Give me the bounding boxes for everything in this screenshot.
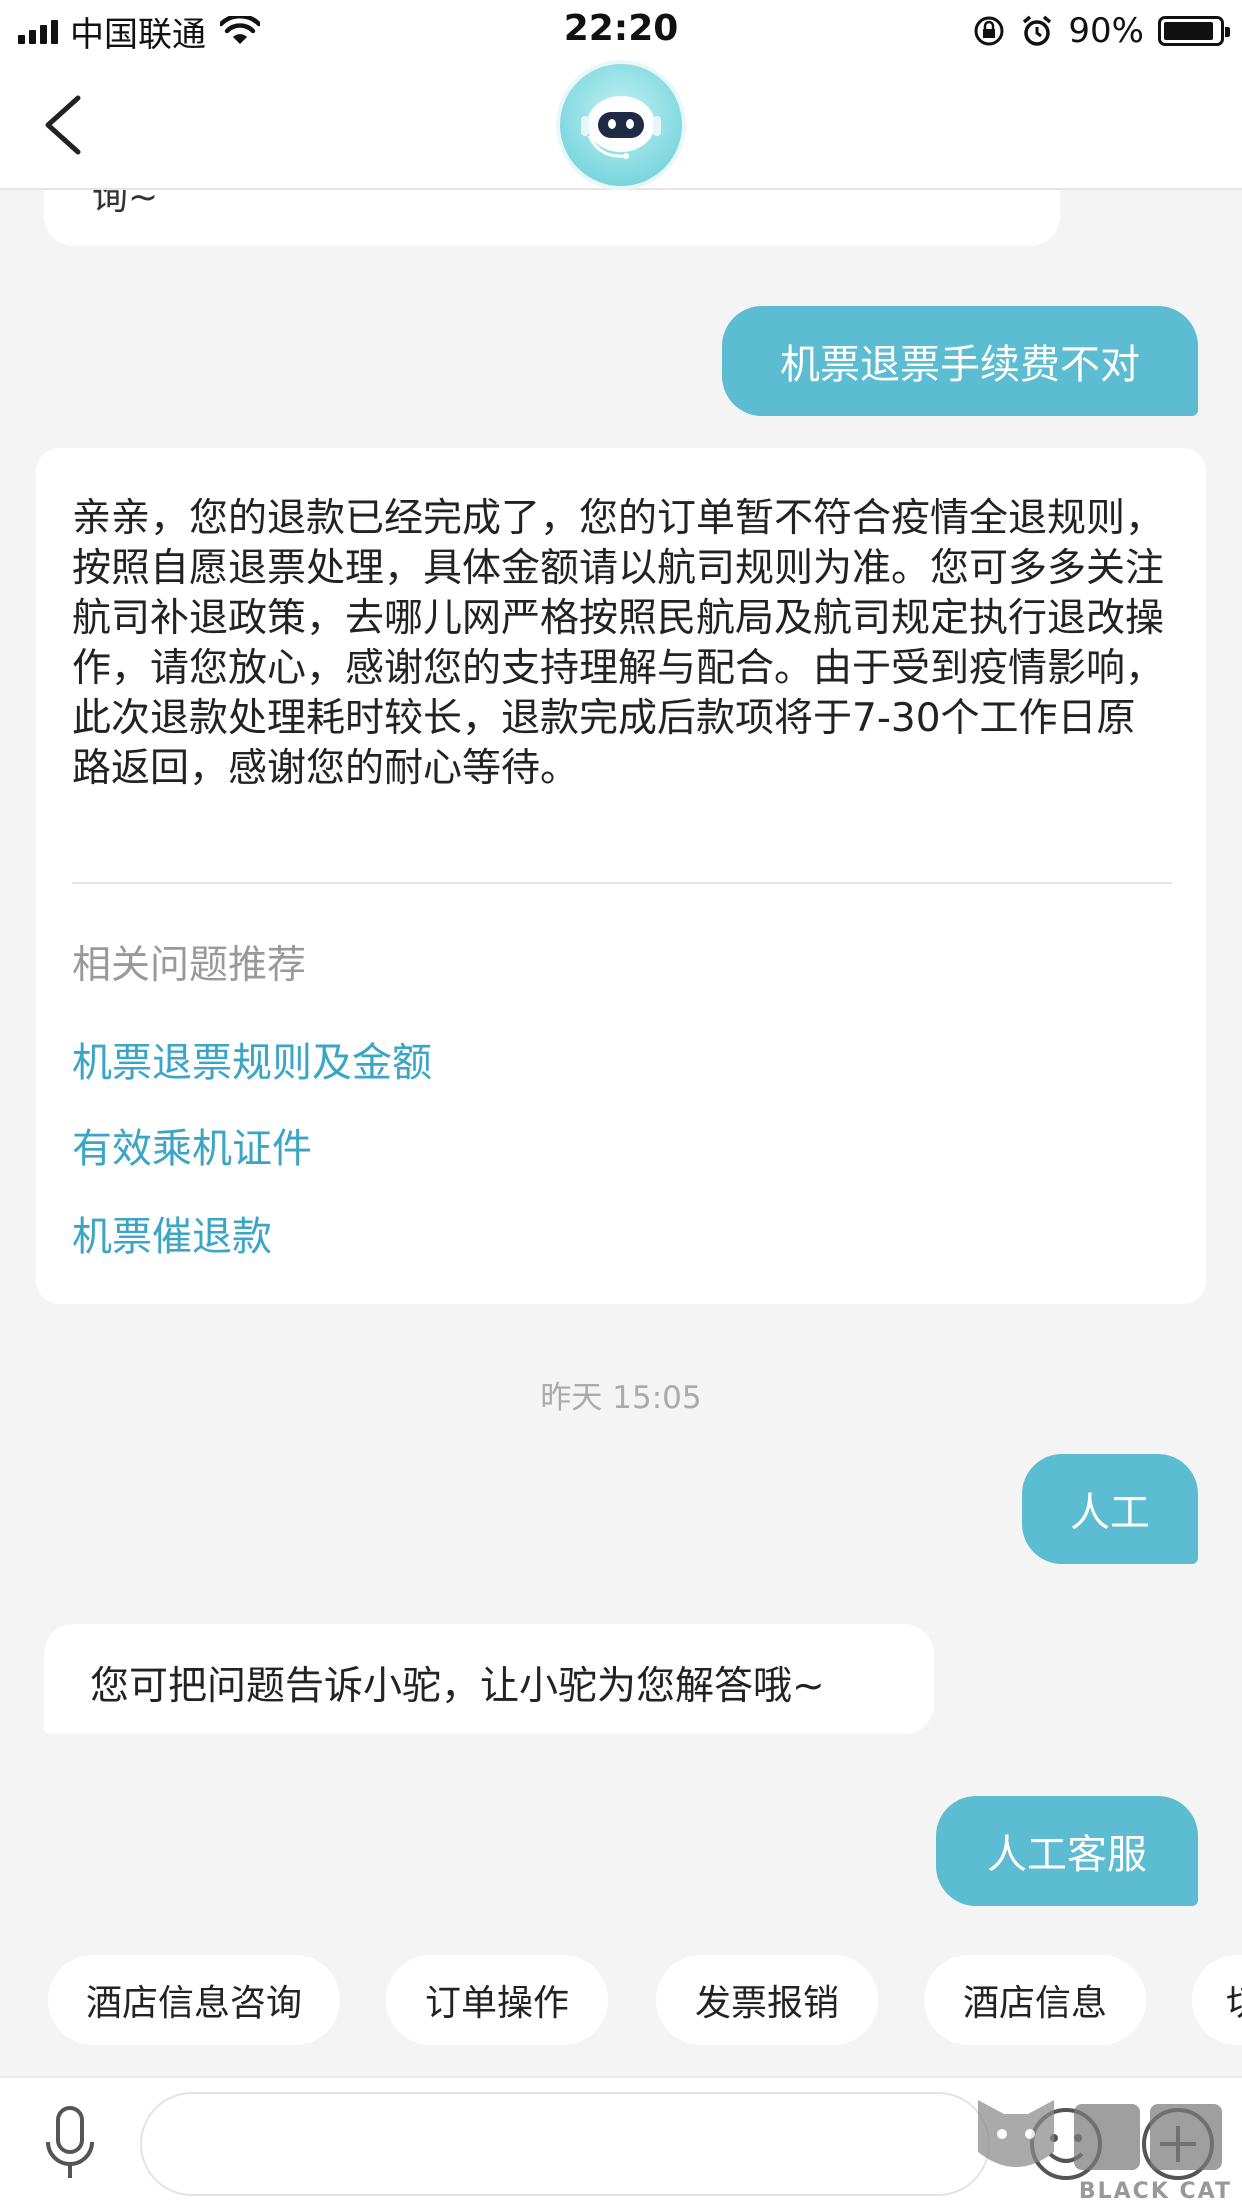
battery-percent: 90% [1068, 11, 1144, 51]
user-message: 人工 [1022, 1454, 1198, 1564]
chevron-left-icon[interactable] [36, 90, 96, 160]
quick-reply-chips: 酒店信息咨询 订单操作 发票报销 酒店信息 切 [0, 1955, 1242, 2045]
nav-bar [0, 60, 1242, 190]
bot-message-text: 您可把问题告诉小驼，让小驼为您解答哦~ [90, 1664, 825, 1709]
message-input[interactable] [140, 2092, 990, 2196]
battery-icon [1158, 16, 1230, 46]
divider [72, 882, 1172, 884]
rotation-lock-icon [974, 16, 1004, 46]
quick-chip[interactable]: 酒店信息 [924, 1955, 1146, 2045]
bot-message: 您可把问题告诉小驼，让小驼为您解答哦~ [44, 1624, 934, 1734]
related-question-link[interactable]: 有效乘机证件 [72, 1116, 312, 1174]
related-question-link[interactable]: 机票催退款 [72, 1204, 272, 1262]
watermark-text: BLACK CAT [1078, 2179, 1232, 2204]
quick-chip[interactable]: 酒店信息咨询 [48, 1955, 340, 2045]
robot-icon [581, 96, 661, 159]
quick-chip[interactable]: 订单操作 [386, 1955, 608, 2045]
bot-answer-card: 亲亲，您的退款已经完成了，您的订单暂不符合疫情全退规则，按照自愿退票处理，具体金… [36, 448, 1206, 1304]
robot-avatar [556, 60, 686, 190]
quick-chip[interactable]: 发票报销 [656, 1955, 878, 2045]
status-bar: 中国联通 22:20 90% [0, 0, 1242, 62]
microphone-icon[interactable] [40, 2102, 100, 2186]
related-question-link[interactable]: 机票退票规则及金额 [72, 1030, 432, 1088]
alarm-icon [1023, 15, 1052, 46]
quick-chip[interactable]: 切 [1192, 1955, 1242, 2045]
blackcat-watermark: BLACK CAT [968, 2090, 1238, 2208]
user-message: 机票退票手续费不对 [722, 306, 1198, 416]
message-timestamp: 昨天 15:05 [540, 1380, 702, 1416]
user-message: 人工客服 [936, 1796, 1198, 1906]
bot-answer-text: 亲亲，您的退款已经完成了，您的订单暂不符合疫情全退规则，按照自愿退票处理，具体金… [72, 496, 1165, 791]
cat-logo-icon [978, 2100, 1222, 2170]
related-questions-title: 相关问题推荐 [72, 943, 307, 988]
